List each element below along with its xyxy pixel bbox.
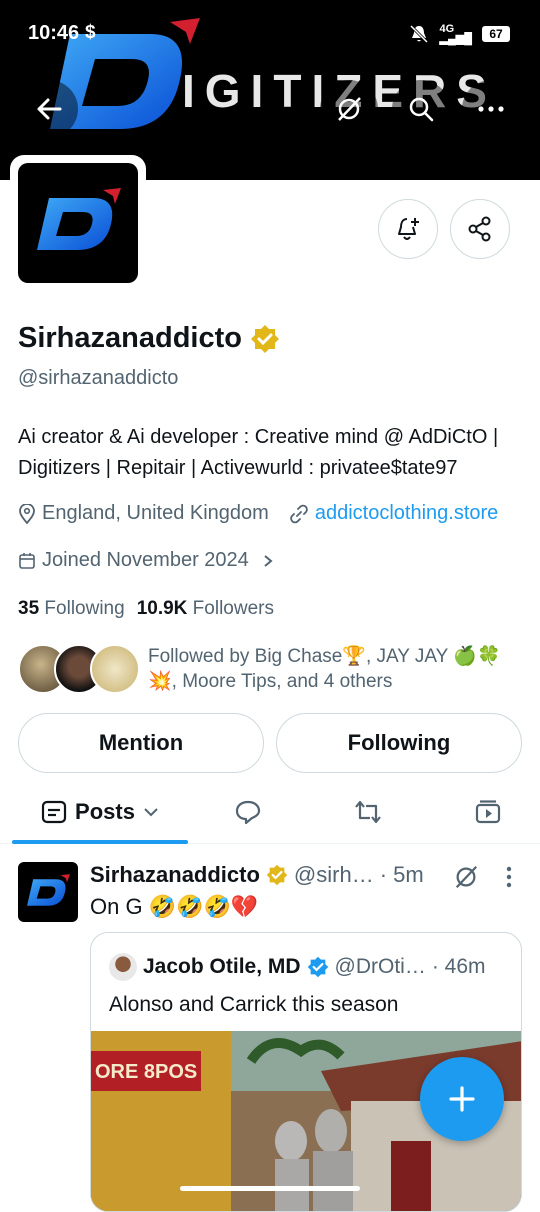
joined-row[interactable]: Joined November 2024 (18, 549, 275, 572)
profile-bio: Ai creator & Ai developer : Creative min… (18, 422, 533, 484)
tweet-author-avatar[interactable] (18, 862, 78, 922)
digitizers-logo-icon (37, 188, 121, 250)
home-indicator[interactable] (180, 1186, 360, 1191)
compose-button[interactable] (420, 1057, 504, 1141)
tweet-timestamp: · 5m (379, 862, 424, 887)
link-icon (290, 504, 308, 523)
followed-by-line-2: 💥, Moore Tips, and 4 others (148, 671, 393, 692)
following-label: Following (44, 598, 125, 619)
tweet-author-handle: @sirh… (293, 862, 374, 887)
quote-header: Jacob Otile, MD @DrOti… · 46m (109, 953, 486, 981)
followers-count: 10.9K (136, 598, 188, 619)
verified-badge-icon (266, 864, 288, 886)
dollar-icon: $ (85, 22, 96, 43)
tab-posts[interactable]: Posts (12, 780, 188, 844)
status-bar: 10:46 $ 4G ▂▄▆█ 67 (0, 0, 540, 60)
bio-line-1: Ai creator & Ai developer : Creative min… (18, 426, 499, 448)
following-count-link[interactable]: 35 Following (18, 598, 125, 620)
digitizers-logo-icon (27, 874, 70, 906)
followers-label: Followers (192, 598, 274, 619)
quote-author-handle: @DrOti… (334, 955, 426, 978)
profile-location: England, United Kingdom (42, 502, 269, 524)
profile-website-link[interactable]: addictoclothing.store (315, 502, 498, 525)
tweet-text: On G 🤣🤣🤣💔 (90, 894, 259, 919)
profile-handle: @sirhazanaddicto (18, 367, 179, 389)
shop-sign-text: ORE 8POS (95, 1061, 198, 1083)
more-options-button[interactable] (462, 80, 520, 138)
verified-badge-icon[interactable] (250, 324, 280, 354)
posts-tab-icon (41, 800, 67, 824)
profile-name-row: Sirhazanaddicto (18, 322, 280, 355)
joined-date: Joined November 2024 (42, 549, 249, 571)
quote-avatar (109, 953, 137, 981)
tweet-more-icon[interactable] (504, 866, 514, 888)
tab-reposts[interactable] (330, 780, 406, 844)
tweet-header: Sirhazanaddicto @sirh… · 5m (90, 862, 424, 888)
following-count: 35 (18, 598, 40, 619)
calendar-icon (19, 552, 35, 569)
search-icon (409, 97, 434, 122)
battery-icon: 67 (482, 26, 510, 42)
location-pin-icon (19, 503, 35, 524)
chevron-right-icon (264, 554, 273, 567)
follow-counts: 35 Following 10.9K Followers (18, 598, 274, 620)
tab-posts-label: Posts (75, 799, 135, 824)
grok-icon[interactable] (453, 864, 479, 890)
signal-4g-icon: 4G ▂▄▆█ (439, 23, 472, 45)
plus-icon (449, 1086, 475, 1112)
chevron-down-icon (144, 808, 158, 817)
network-type: 4G (439, 23, 455, 35)
reply-bubble-icon (235, 800, 261, 825)
followers-count-link[interactable]: 10.9K Followers (137, 598, 274, 620)
search-button[interactable] (392, 80, 450, 138)
status-icons: 4G ▂▄▆█ 67 (409, 23, 510, 45)
media-video-icon (475, 800, 501, 824)
back-button[interactable] (20, 80, 78, 138)
bio-line-2: Digitizers | Repitair | Activewurld : pr… (18, 457, 458, 479)
quote-timestamp: · 46m (431, 955, 486, 978)
profile-meta: England, United Kingdom addictoclothing.… (18, 502, 498, 525)
display-name: Sirhazanaddicto (18, 322, 242, 354)
mute-bell-icon (410, 24, 429, 44)
notifications-button[interactable] (378, 199, 438, 259)
status-time: 10:46 (28, 22, 80, 44)
verified-blue-badge-icon (307, 956, 328, 978)
bell-plus-icon (398, 218, 419, 240)
share-button[interactable] (450, 199, 510, 259)
following-button[interactable]: Following (276, 713, 522, 773)
active-tab-indicator (12, 840, 188, 844)
repost-icon (355, 800, 381, 824)
avatar-image (18, 163, 138, 283)
tweet-author-name[interactable]: Sirhazanaddicto (90, 862, 260, 888)
followed-by-line-1: Followed by Big Chase🏆, JAY JAY 🍏🍀 (148, 646, 501, 667)
grok-icon (338, 97, 361, 121)
quote-author-name: Jacob Otile, MD (143, 955, 301, 978)
mention-button[interactable]: Mention (18, 713, 264, 773)
more-dots-icon (478, 106, 504, 112)
share-icon (468, 216, 491, 242)
profile-banner[interactable]: IGITIZERS 10:46 $ 4G ▂▄▆█ 67 (0, 0, 540, 180)
quote-text: Alonso and Carrick this season (109, 993, 399, 1016)
tab-replies[interactable] (210, 780, 286, 844)
tab-media[interactable] (450, 780, 526, 844)
profile-tabs: Posts (0, 780, 540, 844)
followed-by-text[interactable]: Followed by Big Chase🏆, JAY JAY 🍏🍀 💥, Mo… (148, 644, 528, 694)
grok-button[interactable] (320, 80, 378, 138)
avatar (90, 644, 140, 694)
followed-by-avatars[interactable] (18, 642, 140, 696)
profile-avatar[interactable] (10, 155, 146, 291)
arrow-left-icon (37, 98, 62, 120)
